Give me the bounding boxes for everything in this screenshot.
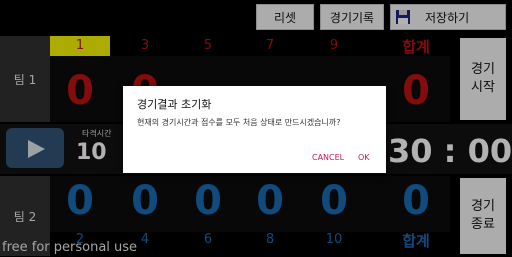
dialog-title: 경기결과 초기화	[137, 98, 212, 111]
reset-dialog: 경기결과 초기화 현재의 경기시간과 점수를 모두 처음 상태로 만드시겠습니까…	[123, 86, 386, 173]
dialog-message: 현재의 경기시간과 점수를 모두 처음 상태로 만드시겠습니까?	[137, 118, 341, 127]
dialog-cancel-button[interactable]: CANCEL	[312, 153, 344, 162]
dialog-ok-button[interactable]: OK	[358, 153, 370, 162]
